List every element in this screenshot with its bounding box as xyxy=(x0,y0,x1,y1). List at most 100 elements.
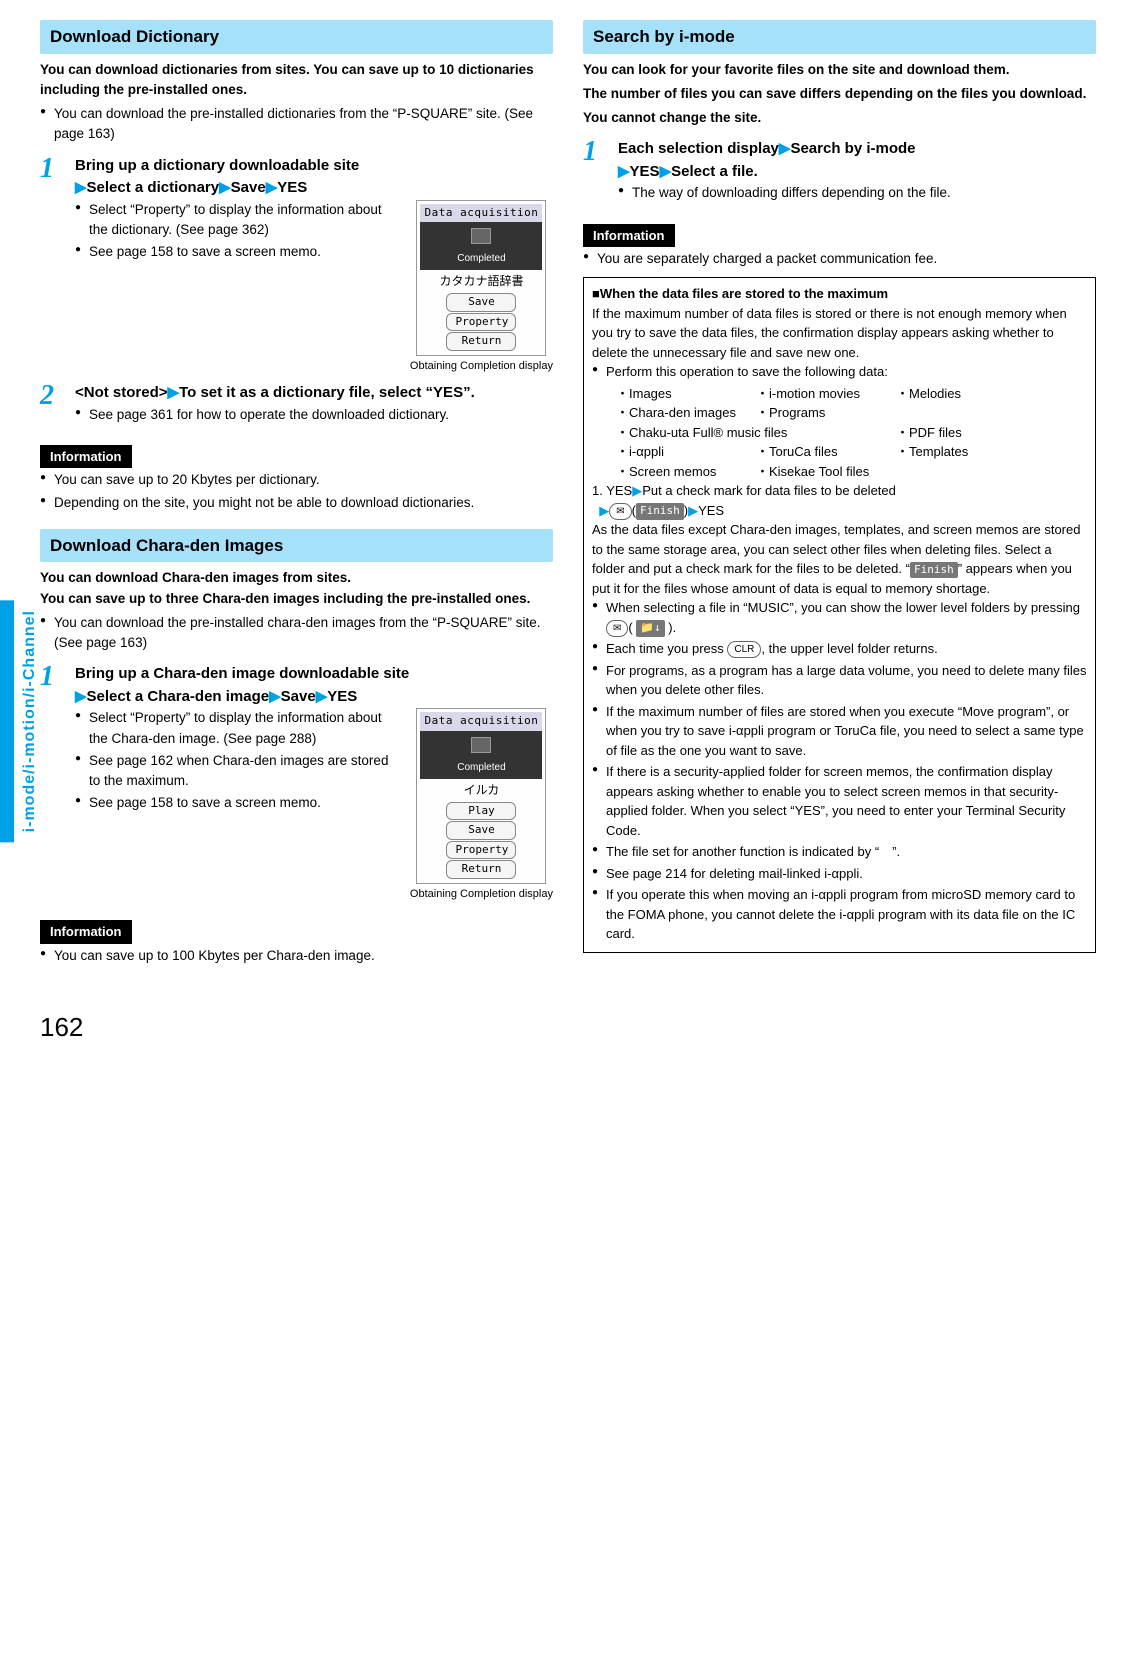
scr-name: イルカ xyxy=(420,779,542,801)
chara-bullet: You can download the pre-installed chara… xyxy=(40,613,553,654)
left-column: Download Dictionary You can download dic… xyxy=(40,20,553,968)
t: Search by i-mode xyxy=(790,140,915,157)
scr-btn-save: Save xyxy=(446,821,516,840)
dt: ・Chaku-uta Full® music files xyxy=(616,423,896,443)
step-number-2: 2 xyxy=(40,382,65,427)
right-column: Search by i-mode You can look for your f… xyxy=(583,20,1096,968)
t: 1. YES xyxy=(592,483,632,498)
information-label: Information xyxy=(40,445,132,469)
arrow-icon: ▶ xyxy=(316,688,328,705)
t: Save xyxy=(281,688,316,705)
box-b7: See page 214 for deleting mail-linked i-… xyxy=(592,864,1087,884)
chara-screenshot: Data acquisition Completed イルカ Play Save… xyxy=(410,708,553,902)
t: Select a Chara-den image xyxy=(87,688,270,705)
note: Select “Property” to display the informa… xyxy=(75,200,400,241)
dt: ・i-motion movies xyxy=(756,384,896,404)
header-search-imode: Search by i-mode xyxy=(583,20,1096,54)
arrow-icon: ▶ xyxy=(168,384,180,401)
note: See page 162 when Chara-den images are s… xyxy=(75,751,400,792)
data-types: ・Images・i-motion movies・Melodies ・Chara-… xyxy=(592,384,1087,482)
dt: ・Programs xyxy=(756,403,825,423)
search-intro: The number of files you can save differs… xyxy=(583,84,1096,104)
page-number: 162 xyxy=(40,1008,1096,1047)
search-intro: You can look for your favorite files on … xyxy=(583,60,1096,80)
arrow-icon: ▶ xyxy=(599,503,609,518)
info-item: You can save up to 20 Kbytes per diction… xyxy=(40,470,553,490)
scr-btn-save: Save xyxy=(446,293,516,312)
note: See page 158 to save a screen memo. xyxy=(75,242,400,262)
box-p3: As the data files except Chara-den image… xyxy=(592,520,1087,598)
t: Select a dictionary xyxy=(87,179,220,196)
information-label: Information xyxy=(40,920,132,944)
arrow-icon: ▶ xyxy=(266,179,278,196)
t: Bring up a Chara-den image downloadable … xyxy=(75,665,409,682)
scr-name: カタカナ語辞書 xyxy=(420,270,542,292)
box-b8: If you operate this when moving an i-αpp… xyxy=(592,885,1087,944)
finish-button: Finish xyxy=(636,503,684,520)
chara-step1-title: Bring up a Chara-den image downloadable … xyxy=(75,663,553,708)
mail-key-icon: ✉ xyxy=(606,620,628,637)
folder-icon: 📁↓ xyxy=(636,620,664,637)
max-storage-box: When the data files are stored to the ma… xyxy=(583,277,1096,953)
information-label: Information xyxy=(583,224,675,248)
t: . xyxy=(673,620,677,635)
dict-step1-title: Bring up a dictionary downloadable site … xyxy=(75,155,553,200)
box-p2: Perform this operation to save the follo… xyxy=(592,362,1087,382)
arrow-icon: ▶ xyxy=(779,140,791,157)
dt: ・i-αppli xyxy=(616,442,756,462)
t: , the upper level folder returns. xyxy=(761,641,937,656)
dt: ・Chara-den images xyxy=(616,403,756,423)
dt: ・Images xyxy=(616,384,756,404)
arrow-icon: ▶ xyxy=(269,688,281,705)
dt: ・PDF files xyxy=(896,423,962,443)
scr-caption: Obtaining Completion display xyxy=(410,886,553,903)
step-number-1: 1 xyxy=(40,155,65,375)
note: The way of downloading differs depending… xyxy=(618,183,1096,203)
t: Bring up a dictionary downloadable site xyxy=(75,157,359,174)
chara-intro: You can download Chara-den images from s… xyxy=(40,568,553,609)
t: Each time you press xyxy=(606,641,727,656)
t: When selecting a file in “MUSIC”, you ca… xyxy=(606,600,1080,615)
box-b3: For programs, as a program has a large d… xyxy=(592,661,1087,700)
dt: ・Kisekae Tool files xyxy=(756,462,869,482)
t: <Not stored> xyxy=(75,384,168,401)
header-download-charaden: Download Chara-den Images xyxy=(40,529,553,563)
dict-step-2: 2 <Not stored>▶To set it as a dictionary… xyxy=(40,382,553,427)
note: See page 158 to save a screen memo. xyxy=(75,793,400,813)
scr-btn-property: Property xyxy=(446,841,516,860)
t: YES xyxy=(630,163,660,180)
finish-button: Finish xyxy=(910,562,958,579)
t: To set it as a dictionary file, select “… xyxy=(179,384,475,401)
box-title: When the data files are stored to the ma… xyxy=(592,284,1087,304)
t: Select a file. xyxy=(671,163,758,180)
arrow-icon: ▶ xyxy=(660,163,672,180)
search-intro: You cannot change the site. xyxy=(583,108,1096,128)
t: YES xyxy=(327,688,357,705)
scr-btn-return: Return xyxy=(446,860,516,879)
dt: ・Screen memos xyxy=(616,462,756,482)
arrow-icon: ▶ xyxy=(75,179,87,196)
scr-title: Data acquisition xyxy=(420,204,542,223)
note: Select “Property” to display the informa… xyxy=(75,708,400,749)
dict-screenshot: Data acquisition Completed カタカナ語辞書 Save … xyxy=(410,200,553,375)
box-seq: 1. YES ▶ Put a check mark for data files t… xyxy=(592,481,1087,520)
clr-key-icon: CLR xyxy=(727,641,761,658)
chara-step-1: 1 Bring up a Chara-den image downloadabl… xyxy=(40,663,553,902)
arrow-icon: ▶ xyxy=(219,179,231,196)
info-item: You can save up to 100 Kbytes per Chara-… xyxy=(40,946,553,966)
t: When the data files are stored to the ma… xyxy=(600,286,888,301)
box-b6: The file set for another function is ind… xyxy=(592,842,1087,862)
arrow-icon: ▶ xyxy=(618,163,630,180)
mail-key-icon: ✉ xyxy=(609,503,631,520)
scr-btn-return: Return xyxy=(446,332,516,351)
t: YES xyxy=(277,179,307,196)
scr-btn-property: Property xyxy=(446,313,516,332)
box-b1: When selecting a file in “MUSIC”, you ca… xyxy=(592,598,1087,637)
scr-completed: Completed xyxy=(420,222,542,270)
box-p1: If the maximum number of data files is s… xyxy=(592,304,1087,363)
scr-btn-play: Play xyxy=(446,802,516,821)
t: YES xyxy=(698,503,724,518)
dt: ・Templates xyxy=(896,442,968,462)
dt: ・ToruCa files xyxy=(756,442,896,462)
t: Put a check mark for data files to be de… xyxy=(642,483,896,498)
